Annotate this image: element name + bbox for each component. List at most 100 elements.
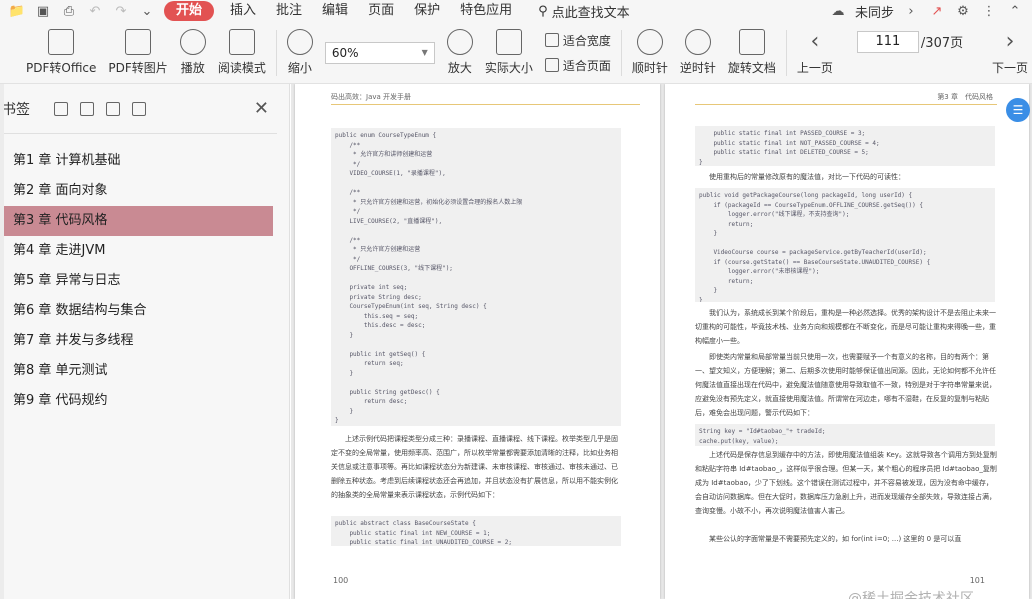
body-paragraph: 某些公认的字面常量是不需要预先定义的，如 for(int i=0; ...) 这… bbox=[709, 535, 962, 543]
fit-page-label: 适合页面 bbox=[562, 58, 611, 73]
actual-size-button[interactable]: 实际大小 bbox=[479, 23, 539, 83]
code-block: public enum CourseTypeEnum { /** * 允许官方和… bbox=[331, 128, 621, 426]
page-number-input[interactable]: 111 bbox=[856, 30, 919, 53]
menu-features[interactable]: 特色应用 bbox=[450, 0, 522, 22]
search-icon: ⚲ bbox=[538, 3, 548, 19]
menu-edit[interactable]: 编辑 bbox=[312, 0, 358, 22]
collapse-ribbon-icon[interactable]: ⌃ bbox=[1006, 2, 1024, 20]
collapse-all-icon[interactable] bbox=[80, 101, 94, 116]
open-folder-icon[interactable]: 📁 bbox=[6, 2, 28, 20]
rotate-clockwise-button[interactable]: 顺时针 bbox=[626, 23, 674, 83]
page-navigator: 111 /307页 bbox=[856, 30, 963, 53]
more-options-icon[interactable]: ⋮ bbox=[980, 2, 998, 20]
menu-protect[interactable]: 保护 bbox=[404, 0, 450, 22]
close-icon[interactable]: ✕ bbox=[254, 98, 277, 119]
menu-start[interactable]: 开始 bbox=[164, 1, 215, 21]
rotate-document-button[interactable]: 旋转文档 bbox=[722, 23, 782, 83]
header-rule bbox=[695, 104, 997, 105]
fit-width-button[interactable]: 适合宽度 bbox=[544, 32, 611, 49]
share-icon[interactable]: ↗ bbox=[928, 2, 946, 20]
save-icon[interactable]: ▣ bbox=[32, 2, 54, 20]
settings-icon[interactable]: ⚙ bbox=[954, 2, 972, 20]
prev-page-button[interactable]: ‹ 上一页 bbox=[791, 23, 839, 83]
zoom-select[interactable]: 60% ▼ bbox=[324, 41, 435, 64]
header-rule bbox=[331, 104, 640, 105]
undo-icon[interactable]: ↶ bbox=[84, 2, 106, 20]
body-paragraph: 即使类内常量和局部常量当前只使用一次，也需要赋予一个有意义的名称，目的有两个：第… bbox=[695, 353, 996, 417]
bookmark-item[interactable]: 第7 章 并发与多线程 bbox=[0, 326, 273, 356]
rotate-ccw-label: 逆时针 bbox=[679, 61, 716, 75]
bookmark-options-icon[interactable] bbox=[132, 101, 146, 116]
bookmark-item[interactable]: 第6 章 数据结构与集合 bbox=[0, 296, 273, 326]
redo-icon[interactable]: ↷ bbox=[110, 2, 132, 20]
menubar-right: ☁ 未同步 › ↗ ⚙ ⋮ ⌃ bbox=[829, 2, 1032, 21]
actual-size-icon bbox=[495, 29, 522, 55]
play-button[interactable]: 播放 bbox=[174, 23, 212, 83]
watermark: @稀土掘金技术社区 bbox=[848, 591, 974, 599]
body-paragraph: 上述示例代码把课程类型分成三种：录播课程、直播课程、线下课程。枚举类型几乎是固定… bbox=[331, 435, 618, 499]
book-icon bbox=[228, 29, 255, 55]
zoom-in-button[interactable]: 放大 bbox=[441, 23, 479, 83]
bookmark-item[interactable]: 第8 章 单元测试 bbox=[0, 356, 273, 386]
menu-page[interactable]: 页面 bbox=[358, 0, 404, 22]
more-icon[interactable]: ⌄ bbox=[136, 2, 158, 20]
fit-page-button[interactable]: 适合页面 bbox=[544, 57, 611, 74]
floating-tool-button[interactable]: ☰ bbox=[1006, 98, 1030, 122]
code-block: public abstract class BaseCourseState { … bbox=[331, 516, 621, 546]
add-bookmark-icon[interactable] bbox=[106, 101, 120, 116]
chevron-right-icon: › bbox=[1005, 29, 1015, 54]
zoom-out-icon bbox=[286, 29, 313, 55]
sync-icon: ☁ bbox=[831, 3, 845, 19]
sync-status[interactable]: 未同步 bbox=[855, 2, 894, 21]
document-view[interactable]: 码出高效：Java 开发手册 public enum CourseTypeEnu… bbox=[291, 84, 1032, 599]
code-block: public static final int PASSED_COURSE = … bbox=[695, 126, 995, 166]
bookmark-item[interactable]: 第1 章 计算机基础 bbox=[0, 146, 273, 176]
rotate-cw-label: 顺时针 bbox=[631, 61, 668, 75]
menu-bar: 📁 ▣ ⎙ ↶ ↷ ⌄ 开始 插入 批注 编辑 页面 保护 特色应用 ⚲ 点此查… bbox=[0, 0, 1032, 22]
actual-size-label: 实际大小 bbox=[484, 61, 533, 75]
menu-insert[interactable]: 插入 bbox=[220, 0, 266, 22]
zoom-value: 60% bbox=[331, 45, 359, 60]
search-label: 点此查找文本 bbox=[551, 5, 630, 21]
divider bbox=[785, 29, 787, 76]
zoom-in-label: 放大 bbox=[447, 61, 472, 75]
fit-width-icon bbox=[544, 33, 559, 47]
next-page-button[interactable]: › 下一页 bbox=[986, 23, 1032, 83]
pdf-to-office-button[interactable]: PDF转Office bbox=[0, 23, 102, 83]
bookmark-item-selected[interactable]: 第3 章 代码风格 bbox=[0, 206, 273, 236]
bookmark-item[interactable]: 第9 章 代码规约 bbox=[0, 386, 273, 416]
rotate-cw-icon bbox=[636, 29, 663, 55]
rotate-ccw-icon bbox=[684, 29, 711, 55]
body-paragraph: 上述代码是保存信息到缓存中的方法，即使用魔法值组装 Key。这就导致各个调用方到… bbox=[695, 451, 997, 515]
pdf-to-image-label: PDF转图片 bbox=[108, 61, 168, 75]
pdf-convert-icon bbox=[48, 29, 75, 55]
bookmark-item[interactable]: 第4 章 走进JVM bbox=[0, 236, 273, 266]
bookmark-tools bbox=[54, 101, 146, 116]
fit-options: 适合宽度 适合页面 bbox=[539, 32, 617, 74]
bookmark-item[interactable]: 第2 章 面向对象 bbox=[0, 176, 273, 206]
bookmark-item[interactable]: 第5 章 异常与日志 bbox=[0, 266, 273, 296]
rotate-counterclockwise-button[interactable]: 逆时针 bbox=[674, 23, 722, 83]
expand-all-icon[interactable] bbox=[54, 101, 68, 116]
quick-access-toolbar: 📁 ▣ ⎙ ↶ ↷ ⌄ bbox=[0, 2, 158, 20]
play-label: 播放 bbox=[180, 61, 205, 75]
running-header: 码出高效：Java 开发手册 bbox=[331, 93, 412, 101]
page-number: 100 bbox=[333, 576, 349, 585]
left-edge-strip bbox=[0, 84, 4, 599]
divider bbox=[620, 29, 622, 76]
document-page-right: 第3 章 代码风格 public static final int PASSED… bbox=[665, 84, 1029, 599]
pdf-to-image-button[interactable]: PDF转图片 bbox=[102, 23, 173, 83]
code-block: String key = "Id#taobao_"+ tradeId; cach… bbox=[695, 424, 995, 446]
page-number: 101 bbox=[969, 576, 985, 585]
translate-icon: ☰ bbox=[1012, 103, 1024, 117]
play-icon bbox=[179, 29, 206, 55]
running-header: 第3 章 代码风格 bbox=[937, 93, 993, 101]
dropdown-icon[interactable]: › bbox=[902, 2, 920, 20]
command-search[interactable]: ⚲ 点此查找文本 bbox=[538, 2, 630, 21]
chevron-left-icon: ‹ bbox=[810, 29, 820, 54]
ribbon-toolbar: PDF转Office PDF转图片 播放 阅读模式 缩小 60% ▼ 放大 实际… bbox=[0, 22, 1032, 84]
menu-annotate[interactable]: 批注 bbox=[266, 0, 312, 22]
zoom-out-button[interactable]: 缩小 bbox=[281, 23, 319, 83]
read-mode-button[interactable]: 阅读模式 bbox=[212, 23, 272, 83]
print-icon[interactable]: ⎙ bbox=[58, 2, 80, 20]
